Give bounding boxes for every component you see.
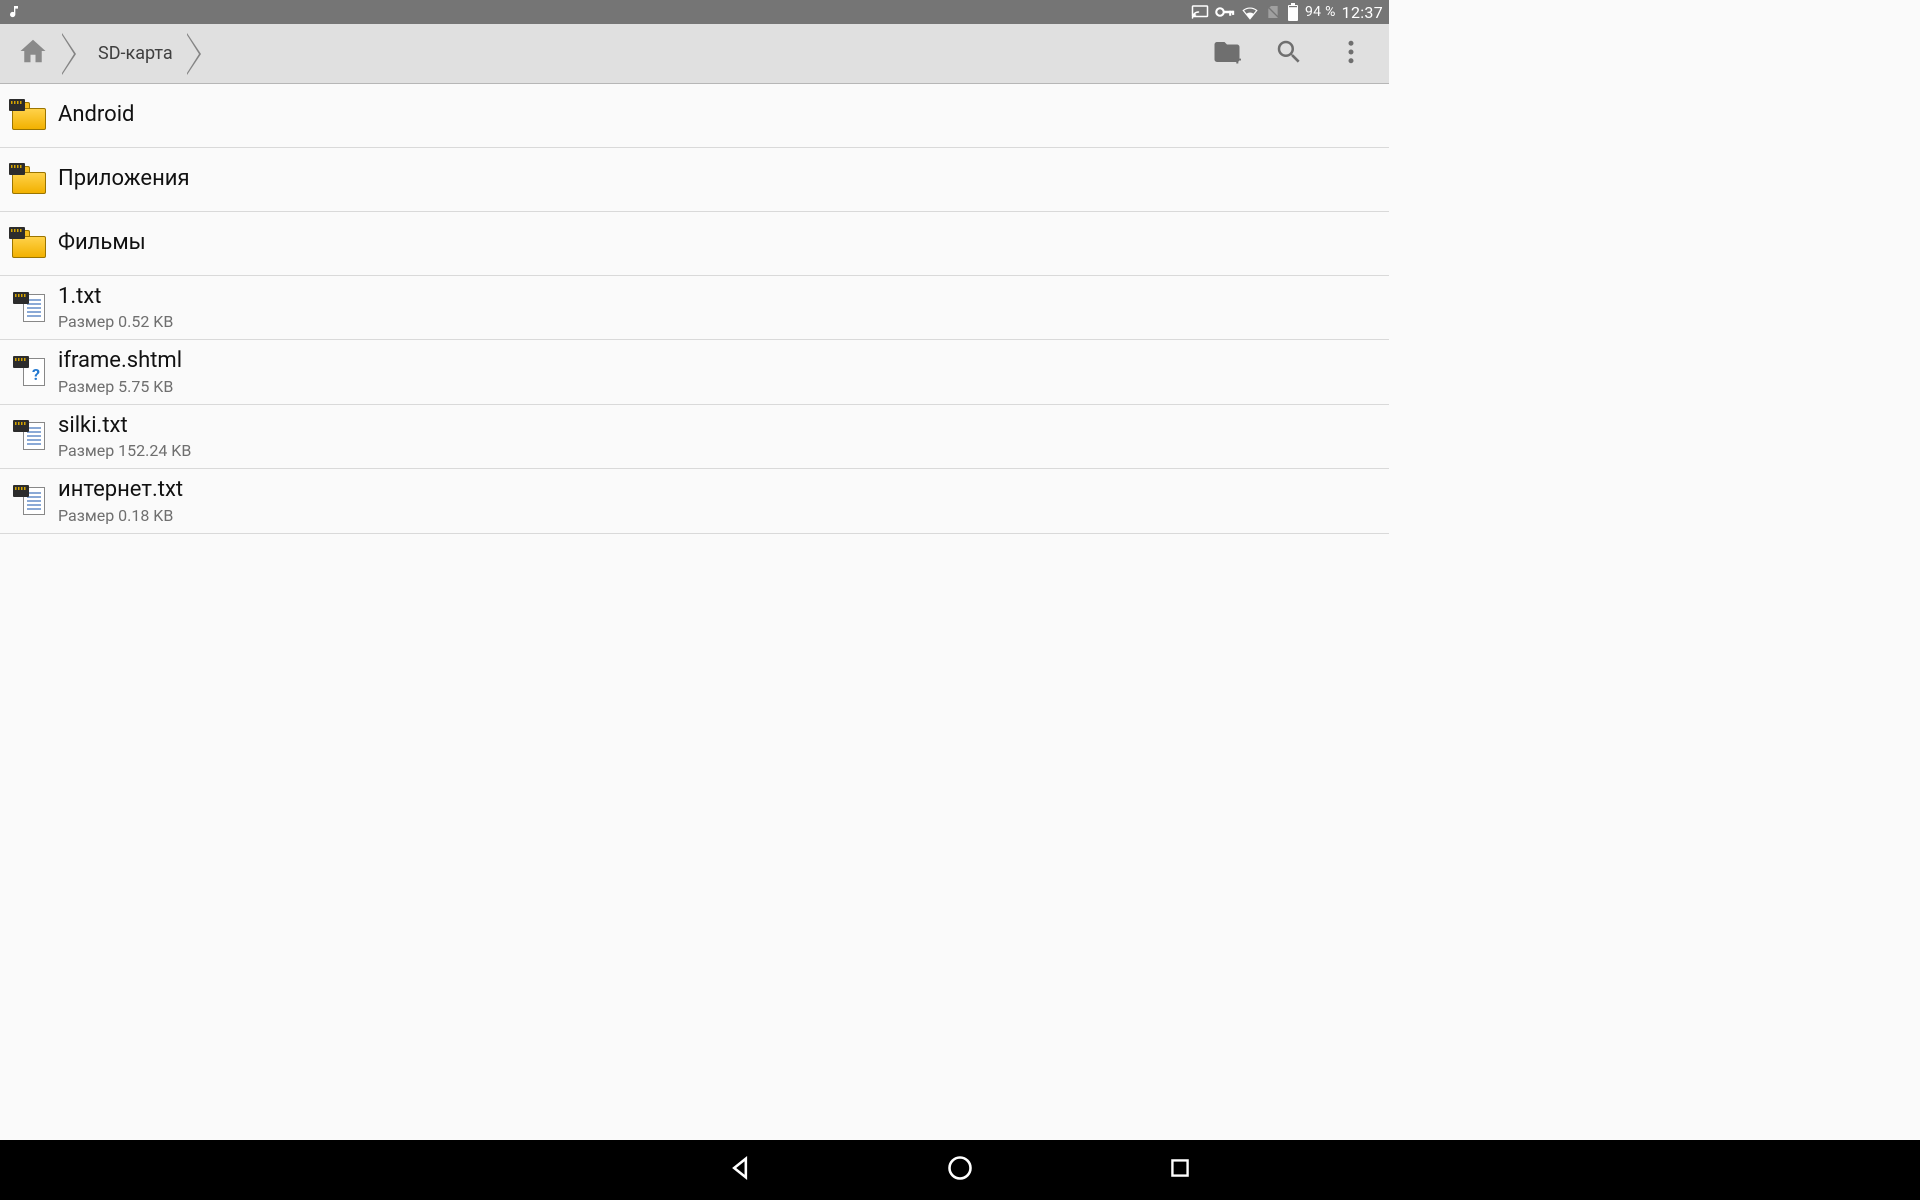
list-item-size: Размер 0.18 KB <box>58 506 183 525</box>
sd-file-text-icon <box>10 420 48 452</box>
sd-file-text-icon <box>10 485 48 517</box>
chevron-right-icon <box>187 33 201 75</box>
list-item-name: Приложения <box>58 166 190 192</box>
list-item-texts: Android <box>58 102 134 128</box>
battery-icon <box>1287 3 1299 21</box>
list-item-name: iframe.shtml <box>58 348 182 374</box>
breadcrumb-current-label: SD-карта <box>98 43 173 64</box>
list-item-texts: iframe.shtml Размер 5.75 KB <box>58 348 182 395</box>
more-vert-icon <box>1336 37 1366 71</box>
search-icon <box>1274 37 1304 71</box>
list-item-size: Размер 0.52 KB <box>58 312 173 331</box>
sd-folder-icon <box>10 230 48 258</box>
chevron-right-icon <box>62 33 76 75</box>
overflow-menu-button[interactable] <box>1331 34 1371 74</box>
list-item-texts: 1.txt Размер 0.52 KB <box>58 284 173 331</box>
breadcrumb: SD-карта <box>0 24 201 83</box>
nav-back-button[interactable] <box>720 1150 760 1190</box>
square-icon <box>1167 1155 1193 1185</box>
list-item-texts: silki.txt Размер 152.24 KB <box>58 413 191 460</box>
status-bar: 94 % 12:37 <box>0 0 1389 24</box>
home-icon <box>18 36 48 71</box>
sd-folder-icon <box>10 102 48 130</box>
list-item-texts: Приложения <box>58 166 190 192</box>
list-item[interactable]: Приложения <box>0 148 1389 212</box>
cast-icon <box>1191 3 1209 21</box>
list-item-name: Android <box>58 102 134 128</box>
list-item-size: Размер 5.75 KB <box>58 377 182 396</box>
music-icon <box>6 4 22 20</box>
list-item[interactable]: 1.txt Размер 0.52 KB <box>0 276 1389 340</box>
list-item-name: Фильмы <box>58 230 146 256</box>
no-sim-icon <box>1265 4 1281 20</box>
new-folder-button[interactable]: + <box>1207 34 1247 74</box>
action-bar: SD-карта + <box>0 24 1389 84</box>
list-item-name: silki.txt <box>58 413 191 439</box>
list-item[interactable]: Фильмы <box>0 212 1389 276</box>
list-item[interactable]: Android <box>0 84 1389 148</box>
sd-folder-icon <box>10 166 48 194</box>
list-item[interactable]: интернет.txt Размер 0.18 KB <box>0 469 1389 533</box>
breadcrumb-current[interactable]: SD-карта <box>76 33 187 75</box>
sd-file-unknown-icon <box>10 356 48 388</box>
list-item-name: интернет.txt <box>58 477 183 503</box>
svg-text:+: + <box>1233 50 1241 67</box>
list-item-texts: Фильмы <box>58 230 146 256</box>
battery-text: 94 % <box>1305 4 1336 20</box>
nav-home-button[interactable] <box>940 1150 980 1190</box>
status-clock: 12:37 <box>1342 3 1383 22</box>
list-item-name: 1.txt <box>58 284 173 310</box>
vpn-key-icon <box>1215 5 1235 19</box>
list-item[interactable]: silki.txt Размер 152.24 KB <box>0 405 1389 469</box>
circle-icon <box>946 1154 974 1186</box>
list-item-size: Размер 152.24 KB <box>58 441 191 460</box>
navigation-bar <box>0 1140 1920 1200</box>
sd-file-text-icon <box>10 292 48 324</box>
back-icon <box>726 1154 754 1186</box>
new-folder-icon: + <box>1212 37 1242 71</box>
nav-recents-button[interactable] <box>1160 1150 1200 1190</box>
breadcrumb-home[interactable] <box>8 33 62 75</box>
file-list: Android Приложения Фильмы 1.txt Размер 0.52 … <box>0 84 1389 534</box>
list-item[interactable]: iframe.shtml Размер 5.75 KB <box>0 340 1389 404</box>
wifi-icon <box>1241 3 1259 21</box>
search-button[interactable] <box>1269 34 1309 74</box>
list-item-texts: интернет.txt Размер 0.18 KB <box>58 477 183 524</box>
